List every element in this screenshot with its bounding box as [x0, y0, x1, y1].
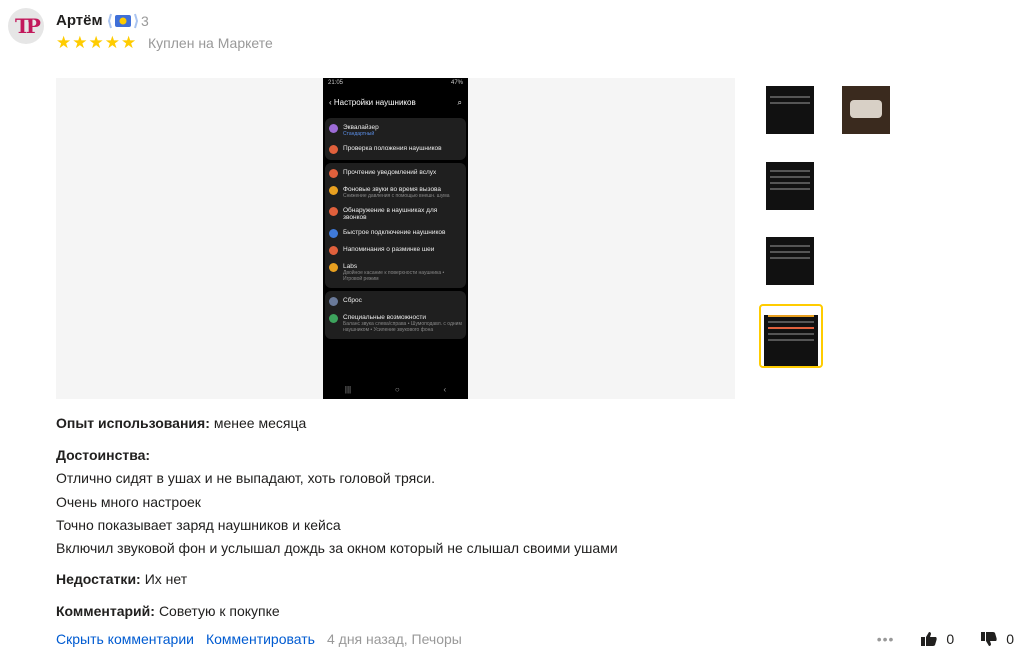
- avatar[interactable]: ТР: [8, 8, 44, 44]
- author-name[interactable]: Артём: [56, 12, 103, 29]
- rating-stars: ★ ★ ★ ★ ★: [56, 34, 136, 51]
- pros-item: Отлично сидят в ушах и не выпадают, хоть…: [56, 470, 435, 486]
- phone-nav-bar: ||| ○ ‹: [344, 385, 447, 394]
- photo-viewer[interactable]: 21:05 47% ‹ Настройки наушников ⌕ Эквалайз…: [56, 78, 735, 399]
- pros-item: Точно показывает заряд наушников и кейса: [56, 517, 341, 533]
- comment-link[interactable]: Комментировать: [206, 631, 315, 647]
- photo-thumbnail[interactable]: [766, 86, 814, 134]
- review-footer: Скрыть комментарии Комментировать 4 дня …: [56, 631, 462, 647]
- setting-icon: [329, 186, 338, 195]
- photo-thumbnail-selected[interactable]: [759, 304, 823, 368]
- setting-icon: [329, 314, 338, 323]
- author-level: 3: [141, 13, 149, 29]
- phone-card: Эквалайзер Стандартный Проверка положения…: [325, 118, 466, 160]
- like-count: 0: [946, 631, 955, 647]
- setting-icon: [329, 124, 338, 133]
- star-icon: ★: [104, 33, 120, 52]
- more-icon[interactable]: •••: [877, 631, 895, 647]
- setting-icon: [329, 246, 338, 255]
- star-icon: ★: [72, 33, 88, 52]
- experience: Опыт использования: менее месяца: [56, 415, 307, 431]
- search-icon: ⌕: [457, 98, 462, 107]
- photo-thumbnail[interactable]: [766, 162, 814, 210]
- cons: Недостатки: Их нет: [56, 571, 188, 587]
- setting-icon: [329, 169, 338, 178]
- photo-thumbnail[interactable]: [842, 86, 890, 134]
- star-icon: ★: [88, 33, 104, 52]
- pros-title: Достоинства:: [56, 447, 151, 463]
- setting-icon: [329, 297, 338, 306]
- phone-battery: 47%: [450, 80, 463, 86]
- dislike-icon[interactable]: [980, 631, 998, 647]
- level-badge-icon: [108, 13, 138, 29]
- phone-card: Сброс Специальные возможности Баланс звук…: [325, 291, 466, 339]
- setting-icon: [329, 207, 338, 216]
- setting-icon: [329, 145, 338, 154]
- phone-title: ‹ Настройки наушников: [329, 98, 416, 107]
- star-icon: ★: [56, 33, 72, 52]
- vote-bar: ••• 0 0: [877, 631, 1014, 647]
- setting-icon: [329, 263, 338, 272]
- review-photo: 21:05 47% ‹ Настройки наушников ⌕ Эквалайз…: [323, 78, 468, 399]
- comment: Комментарий: Советую к покупке: [56, 603, 280, 619]
- pros-item: Очень много настроек: [56, 494, 201, 510]
- hide-comments-link[interactable]: Скрыть комментарии: [56, 631, 194, 647]
- like-icon[interactable]: [920, 631, 938, 647]
- pros-item: Включил звуковой фон и услышал дождь за …: [56, 540, 618, 556]
- phone-card: Прочтение уведомлений вслух Фоновые звук…: [325, 163, 466, 288]
- purchase-note: Куплен на Маркете: [148, 35, 273, 51]
- setting-icon: [329, 229, 338, 238]
- star-icon: ★: [121, 33, 137, 52]
- review-date: 4 дня назад, Печоры: [326, 631, 462, 647]
- phone-time: 21:05: [328, 80, 344, 86]
- dislike-count: 0: [1006, 631, 1014, 647]
- photo-thumbnail[interactable]: [766, 237, 814, 285]
